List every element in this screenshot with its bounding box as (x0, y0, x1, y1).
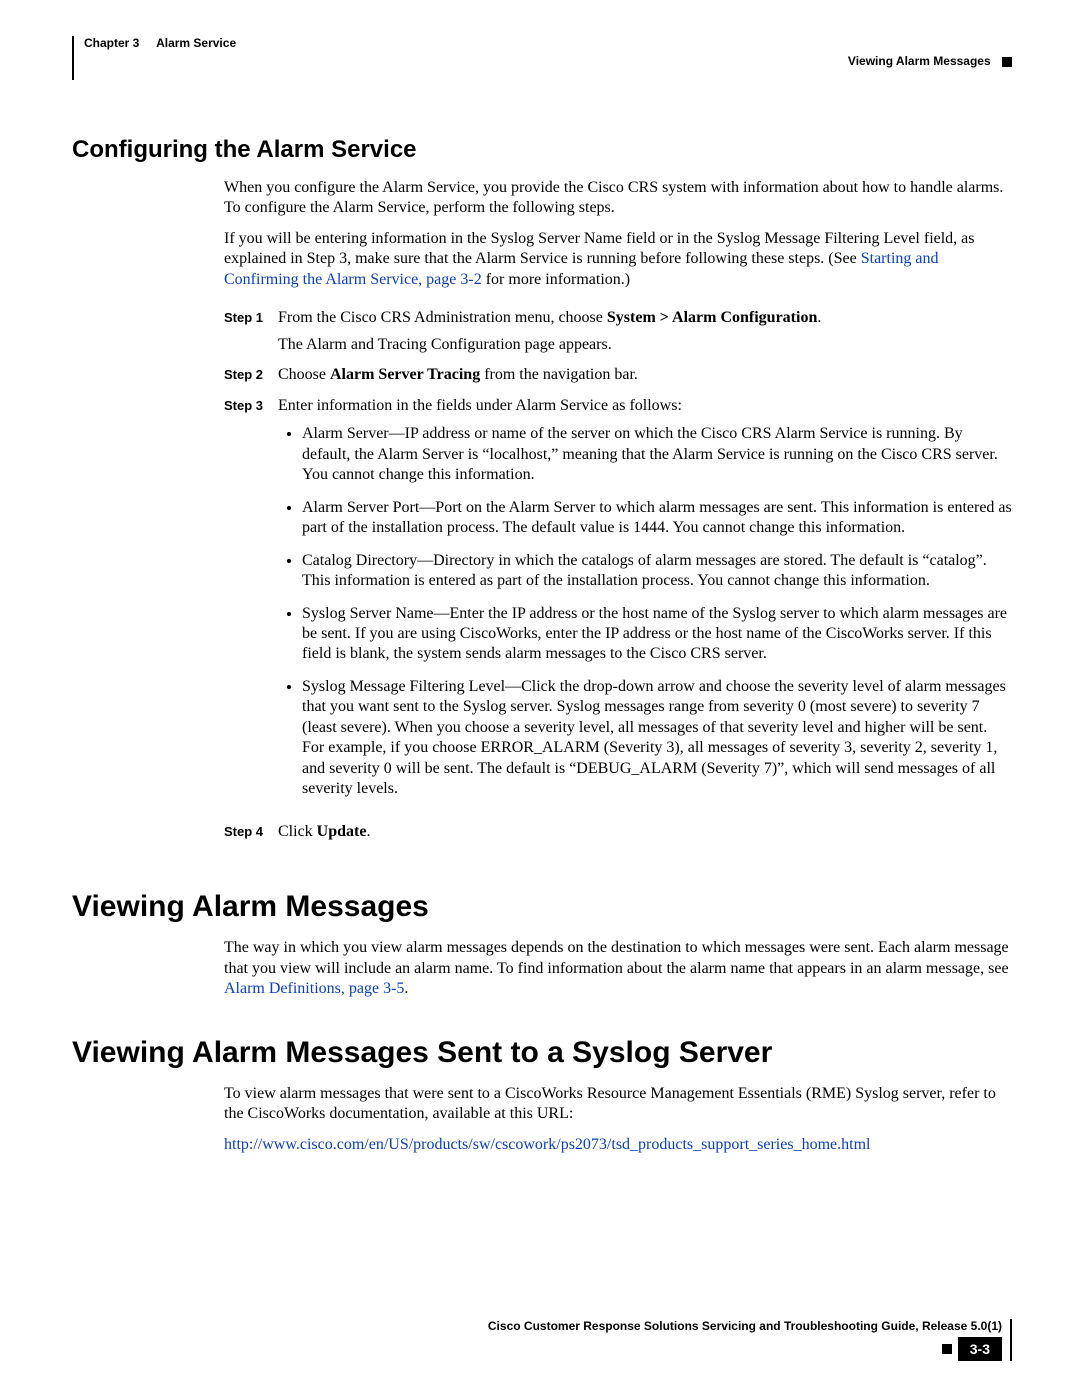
text: From the Cisco CRS Administration menu, … (278, 309, 607, 326)
step-body: From the Cisco CRS Administration menu, … (278, 308, 1012, 355)
square-icon (1002, 57, 1012, 67)
square-icon (942, 1344, 952, 1354)
para: http://www.cisco.com/en/US/products/sw/c… (224, 1135, 1012, 1155)
step-label: Step 4 (224, 822, 278, 842)
text: The way in which you view alarm messages… (224, 939, 1009, 976)
section2-body: The way in which you view alarm messages… (224, 938, 1012, 999)
step-4: Step 4 Click Update. (224, 822, 1012, 842)
step-label: Step 2 (224, 365, 278, 385)
section1-body: When you configure the Alarm Service, yo… (224, 178, 1012, 842)
chapter-label: Chapter 3 (84, 36, 139, 50)
bold-term: Alarm Server Tracing (330, 366, 480, 383)
list-item: Syslog Message Filtering Level—Click the… (302, 677, 1012, 800)
link-cisco-url[interactable]: http://www.cisco.com/en/US/products/sw/c… (224, 1136, 870, 1153)
bold-term: Update (317, 823, 367, 840)
text: Click (278, 823, 317, 840)
list-item: Alarm Server Port—Port on the Alarm Serv… (302, 498, 1012, 539)
section3-body: To view alarm messages that were sent to… (224, 1084, 1012, 1155)
list-item: Syslog Server Name—Enter the IP address … (302, 604, 1012, 665)
link-alarm-definitions[interactable]: Alarm Definitions, page 3-5 (224, 980, 404, 997)
list-item: Catalog Directory—Directory in which the… (302, 551, 1012, 592)
step-body: Enter information in the fields under Al… (278, 396, 1012, 812)
para: When you configure the Alarm Service, yo… (224, 178, 1012, 219)
steps: Step 1 From the Cisco CRS Administration… (224, 308, 1012, 842)
text: Enter information in the fields under Al… (278, 397, 682, 414)
footer-title: Cisco Customer Response Solutions Servic… (72, 1319, 1002, 1333)
page-footer: Cisco Customer Response Solutions Servic… (72, 1319, 1012, 1361)
list-item: Alarm Server—IP address or name of the s… (302, 424, 1012, 485)
step-sub: The Alarm and Tracing Configuration page… (278, 335, 1012, 355)
step-body: Click Update. (278, 822, 1012, 842)
text: . (817, 309, 821, 326)
para: To view alarm messages that were sent to… (224, 1084, 1012, 1125)
footer-bar: 3-3 (72, 1337, 1002, 1361)
page-header: Chapter 3 Alarm Service Viewing Alarm Me… (72, 36, 1012, 80)
text: . (404, 980, 408, 997)
step-2: Step 2 Choose Alarm Server Tracing from … (224, 365, 1012, 385)
text: . (366, 823, 370, 840)
para: If you will be entering information in t… (224, 229, 1012, 290)
header-right: Viewing Alarm Messages (84, 54, 1012, 68)
content: Configuring the Alarm Service When you c… (72, 136, 1012, 1155)
step-3: Step 3 Enter information in the fields u… (224, 396, 1012, 812)
header-section: Viewing Alarm Messages (848, 54, 991, 68)
section-title-viewing: Viewing Alarm Messages (72, 890, 1012, 924)
text: Choose (278, 366, 330, 383)
header-left: Chapter 3 Alarm Service (84, 36, 1012, 50)
step-body: Choose Alarm Server Tracing from the nav… (278, 365, 1012, 385)
para: The way in which you view alarm messages… (224, 938, 1012, 999)
menu-path: System > Alarm Configuration (607, 309, 817, 326)
chapter-title: Alarm Service (156, 36, 236, 50)
text: from the navigation bar. (480, 366, 638, 383)
step-1: Step 1 From the Cisco CRS Administration… (224, 308, 1012, 355)
step-label: Step 1 (224, 308, 278, 355)
text: for more information.) (482, 271, 630, 288)
step-label: Step 3 (224, 396, 278, 812)
section-title-configuring: Configuring the Alarm Service (72, 136, 1012, 164)
bullet-list: Alarm Server—IP address or name of the s… (278, 424, 1012, 800)
page: Chapter 3 Alarm Service Viewing Alarm Me… (0, 0, 1080, 1397)
page-number: 3-3 (958, 1337, 1002, 1361)
section-title-syslog: Viewing Alarm Messages Sent to a Syslog … (72, 1036, 1012, 1070)
